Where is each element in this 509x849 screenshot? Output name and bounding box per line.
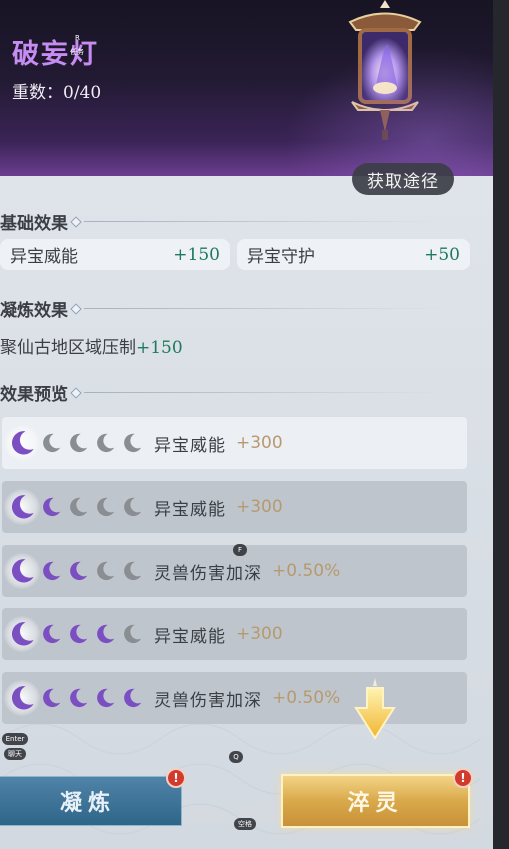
base-effect-heading-text: 基础效果 (0, 214, 68, 234)
moon-icon (4, 680, 40, 716)
moon-tier-indicator (4, 425, 154, 461)
preview-effect-name: 异宝威能 (154, 435, 226, 456)
stat-name: 异宝守护 (247, 247, 315, 267)
refine-button[interactable]: 凝炼 (0, 776, 182, 826)
base-stat-2: 异宝守护 +50 (237, 239, 470, 270)
moon-icon (67, 687, 89, 709)
preview-effect-value: +300 (236, 497, 283, 517)
moon-icon (40, 623, 62, 645)
temper-button[interactable]: 淬灵 (281, 774, 470, 828)
q-key-hint: Q (229, 751, 243, 763)
heading-divider (84, 221, 444, 222)
obtain-source-button[interactable]: 获取途径 (352, 163, 454, 195)
moon-icon (121, 687, 143, 709)
enter-key-hint: Enter (2, 733, 28, 745)
moon-icon (94, 496, 116, 518)
hotkey-r-label: R (75, 34, 80, 42)
preview-effect-name: 灵兽伤害加深 (154, 563, 262, 584)
moon-tier-indicator (4, 489, 154, 525)
moon-icon (94, 623, 116, 645)
moon-icon (121, 432, 143, 454)
preview-effect-value: +0.50% (272, 688, 341, 708)
stat-value: +150 (173, 244, 220, 265)
preview-heading-text: 效果预览 (0, 385, 68, 405)
moon-icon (40, 432, 62, 454)
chat-hint[interactable]: 聊天 (4, 748, 26, 760)
preview-effect-value: +300 (236, 433, 283, 453)
base-effect-heading: 基础效果 (0, 209, 444, 234)
down-arrow-icon (354, 678, 396, 740)
preview-effect-value: +0.50% (272, 561, 341, 581)
moon-icon (40, 560, 62, 582)
stat-name: 异宝威能 (10, 247, 78, 267)
preview-effect-name: 灵兽伤害加深 (154, 690, 262, 711)
stat-value: +50 (424, 244, 460, 265)
moon-icon (94, 432, 116, 454)
heading-ornament (70, 302, 82, 315)
heading-ornament (70, 215, 82, 228)
moon-icon (67, 496, 89, 518)
refine-effect-heading-text: 凝炼效果 (0, 301, 68, 321)
moon-icon (4, 425, 40, 461)
moon-icon (121, 496, 143, 518)
moon-icon (4, 553, 40, 589)
refine-alert-badge: ! (166, 768, 186, 788)
moon-tier-indicator (4, 553, 154, 589)
moon-icon (67, 560, 89, 582)
preview-effect-value: +300 (236, 624, 283, 644)
temper-alert-badge: ! (453, 768, 473, 788)
item-header: 破妄灯 R 任务 重数：0/40 (0, 0, 493, 176)
moon-icon (40, 496, 62, 518)
preview-heading: 效果预览 (0, 380, 444, 405)
moon-tier-indicator (4, 616, 154, 652)
preview-effect-name: 异宝威能 (154, 499, 226, 520)
item-title: 破妄灯 (12, 39, 99, 70)
moon-icon (67, 432, 89, 454)
moon-icon (40, 687, 62, 709)
heading-ornament (70, 386, 82, 399)
moon-icon (4, 489, 40, 525)
moon-tier-indicator (4, 680, 154, 716)
refine-effect-value: +150 (136, 338, 183, 358)
refine-effect-heading: 凝炼效果 (0, 296, 444, 321)
lantern-icon (348, 0, 422, 140)
moon-icon (121, 623, 143, 645)
heading-divider (84, 308, 444, 309)
task-label: 任务 (70, 48, 84, 56)
screen-edge (493, 0, 509, 849)
f-key-hint: F (233, 544, 247, 556)
preview-row: 异宝威能 +300 (2, 608, 467, 660)
refine-effect-line: 聚仙古地区域压制+150 (0, 333, 183, 358)
base-stat-1: 异宝威能 +150 (0, 239, 230, 270)
moon-icon (121, 560, 143, 582)
moon-icon (94, 560, 116, 582)
preview-row: 异宝威能 +300 (2, 417, 467, 469)
level-text: 重数：0/40 (12, 83, 102, 103)
preview-row: 异宝威能 +300 (2, 481, 467, 533)
refine-effect-name: 聚仙古地区域压制 (0, 338, 136, 358)
heading-divider (84, 392, 444, 393)
preview-effect-name: 异宝威能 (154, 626, 226, 647)
moon-icon (67, 623, 89, 645)
moon-icon (4, 616, 40, 652)
moon-icon (94, 687, 116, 709)
space-key-hint: 空格 (234, 818, 256, 830)
